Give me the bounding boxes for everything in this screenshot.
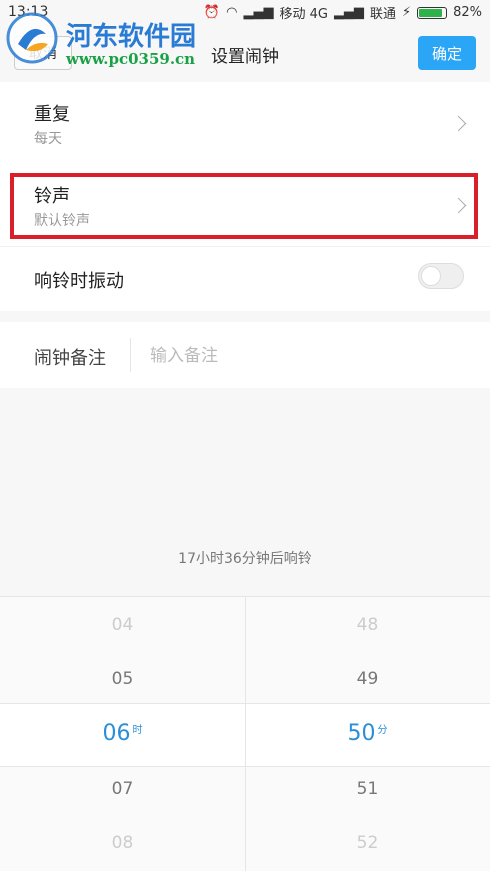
minute-option-selected[interactable]: 50 分 [245, 721, 490, 746]
watermark: 河东软件园 www.pc0359.cn [4, 4, 224, 70]
repeat-value: 每天 [34, 131, 62, 147]
hour-option[interactable]: 08 [0, 833, 245, 853]
note-input[interactable] [148, 340, 452, 372]
minute-option[interactable]: 49 [245, 669, 490, 689]
hour-wheel[interactable]: 04 05 06 时 07 08 [0, 597, 245, 871]
highlight-box [10, 173, 478, 239]
vibrate-title: 响铃时振动 [34, 271, 124, 292]
note-divider [130, 338, 131, 372]
vibrate-row: 响铃时振动 [0, 246, 490, 311]
status-icons: ⏰ ◠ ▂▄▆ 移动 4G ▂▄▆ 联通 ⚡ 82% [204, 3, 482, 22]
hour-option[interactable]: 04 [0, 615, 245, 635]
repeat-row[interactable]: 重复 每天 [0, 82, 490, 164]
watermark-logo-icon [6, 12, 58, 64]
toggle-knob [421, 266, 441, 286]
chevron-right-icon [450, 115, 467, 132]
carrier-1: 移动 4G [279, 7, 328, 22]
charging-icon: ⚡ [401, 5, 412, 20]
battery-percent: 82% [453, 5, 482, 20]
hour-option[interactable]: 07 [0, 779, 245, 799]
note-label: 闹钟备注 [34, 348, 106, 369]
vibrate-toggle[interactable] [418, 263, 464, 289]
minute-unit: 分 [377, 725, 388, 736]
countdown-text: 17小时36分钟后响铃 [178, 551, 312, 567]
note-row: 闹钟备注 [0, 322, 490, 388]
minute-option[interactable]: 51 [245, 779, 490, 799]
wifi-icon: ◠ [226, 5, 238, 20]
confirm-button[interactable]: 确定 [418, 36, 476, 70]
minute-option[interactable]: 48 [245, 615, 490, 635]
minute-option[interactable]: 52 [245, 833, 490, 853]
minute-wheel[interactable]: 48 49 50 分 51 52 [245, 597, 490, 871]
repeat-title: 重复 [34, 104, 70, 125]
battery-icon [417, 6, 448, 19]
time-picker: 04 05 06 时 07 08 48 49 50 分 51 52 [0, 596, 490, 871]
signal-icon: ▂▄▆ [243, 5, 274, 20]
minute-value: 50 [347, 721, 376, 746]
hour-option[interactable]: 05 [0, 669, 245, 689]
hour-value: 06 [102, 721, 131, 746]
watermark-title: 河东软件园 [66, 22, 197, 52]
signal-icon: ▂▄▆ [333, 5, 364, 20]
carrier-2: 联通 [369, 7, 396, 22]
watermark-url: www.pc0359.cn [66, 50, 196, 68]
hour-unit: 时 [132, 725, 143, 736]
hour-option-selected[interactable]: 06 时 [0, 721, 245, 746]
